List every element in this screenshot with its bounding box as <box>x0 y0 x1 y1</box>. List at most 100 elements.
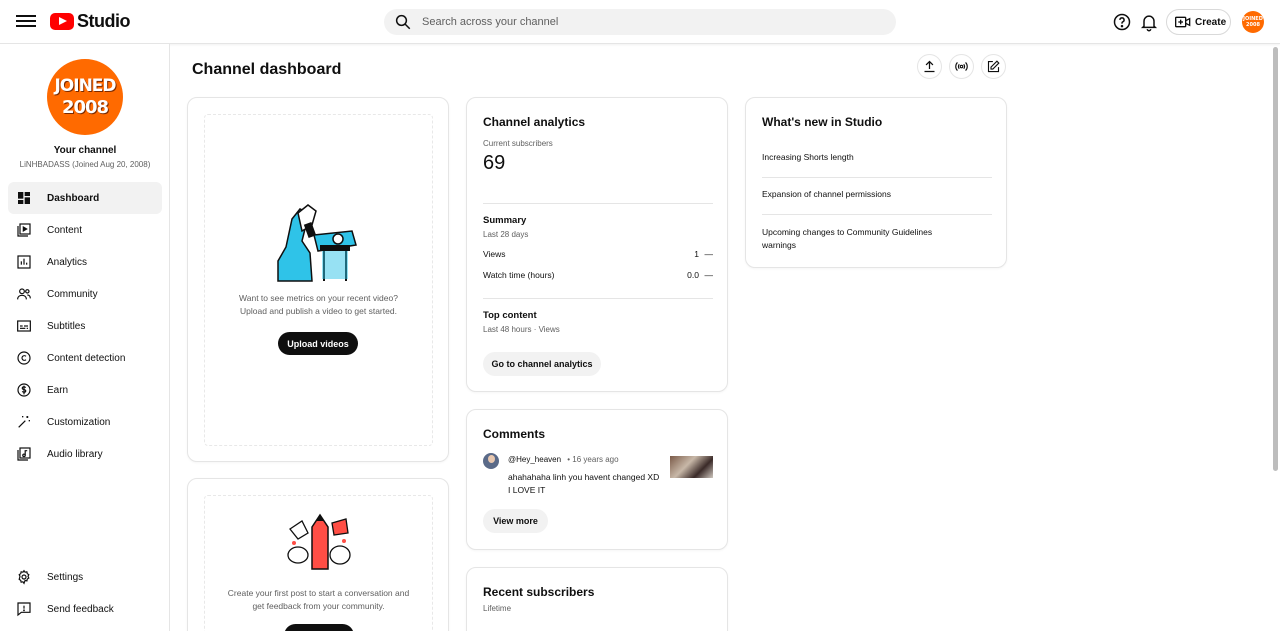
video-thumbnail[interactable] <box>670 456 713 478</box>
help-icon[interactable] <box>1112 12 1132 32</box>
sidebar-item-earn[interactable]: Earn <box>8 374 162 406</box>
top-avatar-text-2: 2008 <box>1246 22 1260 28</box>
dashboard-icon <box>18 192 30 204</box>
subscribers-count: 69 <box>483 152 506 174</box>
channel-analytics-card: Channel analytics Current subscribers 69… <box>466 97 728 392</box>
divider <box>762 214 992 215</box>
comment-text-line-1: ahahahaha linh you havent changed XD <box>508 472 660 482</box>
comment-text-line-2: I LOVE IT <box>508 485 546 495</box>
go-live-button[interactable] <box>949 54 974 79</box>
create-video-icon <box>1175 16 1191 28</box>
post-prompt-line-1: Create your first post to start a conver… <box>227 588 410 598</box>
whats-new-card: What's new in Studio Increasing Shorts l… <box>745 97 1007 268</box>
menu-icon[interactable] <box>16 12 36 32</box>
search-icon <box>395 14 411 30</box>
channel-avatar[interactable]: JOINED 2008 <box>47 59 123 135</box>
sidebar-item-settings[interactable]: Settings <box>8 561 162 593</box>
sidebar-item-subtitles[interactable]: Subtitles <box>8 310 162 342</box>
upload-prompt-line-2: Upload and publish a video to get starte… <box>240 306 397 316</box>
summary-period: Last 28 days <box>483 230 529 239</box>
studio-logo[interactable]: Studio <box>50 11 131 32</box>
whats-new-item-line-1: Increasing Shorts length <box>762 152 854 162</box>
sidebar-item-label: Audio library <box>47 448 103 460</box>
sidebar-item-customization[interactable]: Customization <box>8 406 162 438</box>
whats-new-item[interactable]: Increasing Shorts length <box>762 152 854 162</box>
copyright-icon <box>17 351 31 365</box>
upload-icon <box>924 60 935 73</box>
sidebar-item-label: Subtitles <box>47 320 86 332</box>
sidebar-item-content-detection[interactable]: Content detection <box>8 342 162 374</box>
whats-new-item[interactable]: Upcoming changes to Community Guidelines… <box>762 226 932 252</box>
page-title: Channel dashboard <box>192 61 342 78</box>
upload-videos-card: Want to see metrics on your recent video… <box>187 97 449 462</box>
divider <box>483 298 713 299</box>
channel-subtitle: LiNHBADASS (Joined Aug 20, 2008) <box>19 160 151 169</box>
views-trend: — <box>704 249 714 259</box>
sidebar-item-dashboard[interactable]: Dashboard <box>8 182 162 214</box>
create-post-button[interactable] <box>981 54 1006 79</box>
whats-new-title: What's new in Studio <box>762 115 883 129</box>
analytics-title: Channel analytics <box>483 115 586 129</box>
whats-new-item-line-2: warnings <box>762 240 797 250</box>
recent-subscribers-title: Recent subscribers <box>483 585 595 599</box>
sidebar-nav: Dashboard Content Analytics Community Su… <box>8 182 162 470</box>
view-more-comments-button[interactable]: View more <box>483 509 548 533</box>
comment-text: ahahahaha linh you havent changed XD I L… <box>508 471 659 497</box>
your-channel-title: Your channel <box>53 145 117 156</box>
audio-library-icon <box>17 447 31 461</box>
commenter-avatar[interactable] <box>483 453 499 469</box>
channel-avatar-text-2: 2008 <box>61 97 109 118</box>
sidebar-bottom-nav: Settings Send feedback <box>8 561 162 625</box>
go-to-channel-analytics-button[interactable]: Go to channel analytics <box>483 352 601 376</box>
watch-time-trend: — <box>704 270 714 280</box>
top-bar: Studio Create JOINED 2008 <box>0 0 1280 44</box>
upload-videos-button[interactable]: Upload videos <box>278 332 358 355</box>
sidebar-item-label: Content <box>47 224 83 236</box>
analytics-icon <box>17 255 31 269</box>
sidebar-item-label: Settings <box>47 571 84 583</box>
edit-pencil-icon <box>987 60 1000 73</box>
notifications-bell-icon[interactable] <box>1139 12 1159 32</box>
comment-meta: @Hey_heaven • 16 years ago <box>508 455 619 464</box>
account-avatar[interactable]: JOINED 2008 <box>1242 11 1264 33</box>
sidebar-item-analytics[interactable]: Analytics <box>8 246 162 278</box>
comment-author[interactable]: @Hey_heaven <box>508 455 561 464</box>
watch-time-label: Watch time (hours) <box>483 270 555 280</box>
whats-new-item-line-1: Expansion of channel permissions <box>762 189 891 199</box>
create-button[interactable]: Create <box>1166 9 1231 35</box>
sidebar-item-audio-library[interactable]: Audio library <box>8 438 162 470</box>
recent-subscribers-period: Lifetime <box>483 604 512 613</box>
community-post-illustration-icon <box>287 513 351 570</box>
dollar-icon <box>17 383 31 397</box>
top-content-title: Top content <box>483 310 537 321</box>
create-label: Create <box>1195 16 1227 28</box>
upload-button[interactable] <box>917 54 942 79</box>
commenter-face-shape <box>488 455 495 463</box>
whats-new-item[interactable]: Expansion of channel permissions <box>762 189 891 199</box>
upload-prompt-line-1: Want to see metrics on your recent video… <box>239 293 398 303</box>
comments-title: Comments <box>483 427 546 441</box>
logo-text: Studio <box>77 11 131 31</box>
live-broadcast-icon <box>955 62 968 71</box>
gear-icon <box>18 569 30 585</box>
whats-new-item-line-1: Upcoming changes to Community Guidelines <box>762 227 933 237</box>
post-prompt-line-2: get feedback from your community. <box>252 601 385 611</box>
youtube-logo-icon <box>50 13 74 30</box>
top-content-period: Last 48 hours · Views <box>483 325 560 334</box>
sidebar-item-label: Community <box>47 288 98 300</box>
sidebar: JOINED 2008 Your channel LiNHBADASS (Joi… <box>0 44 170 631</box>
watch-time-value: 0.0 <box>687 270 699 280</box>
sidebar-item-content[interactable]: Content <box>8 214 162 246</box>
upload-prompt-text: Want to see metrics on your recent video… <box>204 292 433 318</box>
sidebar-item-label: Earn <box>47 384 69 396</box>
create-post-cta-button[interactable] <box>284 624 354 631</box>
search-input[interactable] <box>422 16 862 28</box>
page-scrollbar[interactable] <box>1273 47 1278 471</box>
views-label: Views <box>483 249 506 259</box>
sidebar-item-send-feedback[interactable]: Send feedback <box>8 593 162 625</box>
create-post-card: Create your first post to start a conver… <box>187 478 449 631</box>
divider <box>483 203 713 204</box>
search-bar[interactable] <box>384 9 896 35</box>
content-icon <box>17 223 31 237</box>
sidebar-item-community[interactable]: Community <box>8 278 162 310</box>
